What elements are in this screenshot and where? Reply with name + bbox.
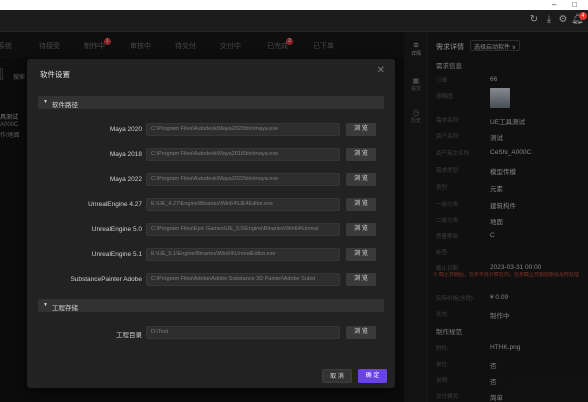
path-input[interactable]: C:\Program Files\Autodesk\Maya2022\bin\m… xyxy=(146,173,340,186)
settings-icon[interactable]: ⚙ xyxy=(557,14,569,26)
dialog-title: 软件设置 xyxy=(40,70,70,79)
project-dir-label: 工程目录 xyxy=(116,332,142,339)
software-label: Maya 2022 xyxy=(109,176,142,183)
path-input[interactable]: C:\Program Files\Autodesk\Maya2018\bin\m… xyxy=(146,148,340,161)
refresh-icon[interactable]: ↻ xyxy=(528,14,540,26)
software-label: Maya 2020 xyxy=(109,126,142,133)
browse-button[interactable]: 浏 览 xyxy=(346,326,376,339)
close-icon[interactable]: ✕ xyxy=(377,65,385,76)
software-label: SubstancePainter Adobe xyxy=(70,276,142,283)
path-input[interactable]: E:\UE_5.1\Engine\Binaries\Win64\UnrealEd… xyxy=(146,248,340,261)
software-label: Maya 2018 xyxy=(109,151,142,158)
confirm-button[interactable]: 确 定 xyxy=(358,369,387,383)
browse-button[interactable]: 浏 览 xyxy=(346,173,376,186)
software-settings-dialog: 软件设置 ✕ ▼ 软件路径 Maya 2020 C:\Program Files… xyxy=(27,59,395,388)
path-input[interactable]: C:\Program Files\Epic Games\UE_5.0\Engin… xyxy=(146,223,340,236)
section-software-paths[interactable]: ▼ 软件路径 xyxy=(38,96,384,109)
browse-button[interactable]: 浏 览 xyxy=(346,123,376,136)
path-input[interactable]: C:\Program Files\Adobe\Adobe Substance 3… xyxy=(146,273,340,286)
browse-button[interactable]: 浏 览 xyxy=(346,273,376,286)
notification-badge: 4 xyxy=(579,12,587,20)
download-icon[interactable]: ⤓ xyxy=(543,14,555,26)
section-project-storage[interactable]: ▼ 工程存储 xyxy=(38,299,384,312)
maximize-button[interactable]: □ xyxy=(572,0,577,10)
browse-button[interactable]: 浏 览 xyxy=(346,223,376,236)
browse-button[interactable]: 浏 览 xyxy=(346,148,376,161)
browse-button[interactable]: 浏 览 xyxy=(346,248,376,261)
section-label: 工程存储 xyxy=(52,305,78,312)
software-label: UnrealEngine 5.0 xyxy=(91,226,142,233)
caret-down-icon: ▼ xyxy=(43,99,48,105)
app-topbar: ↻ ⤓ ⚙ 🔔︎ 4 xyxy=(0,10,588,32)
browse-button[interactable]: 浏 览 xyxy=(346,198,376,211)
cancel-button[interactable]: 取 消 xyxy=(322,369,352,383)
section-label: 软件路径 xyxy=(52,102,78,109)
path-input[interactable]: C:\Program Files\Autodesk\Maya2020\bin\m… xyxy=(146,123,340,136)
minimize-button[interactable]: – xyxy=(552,0,556,10)
software-label: UnrealEngine 4.27 xyxy=(88,201,142,208)
path-input[interactable]: E:\UE_4.27\Engine\Binaries\Win64\UE4Edit… xyxy=(146,198,340,211)
caret-down-icon: ▼ xyxy=(43,302,48,308)
window-titlebar: – □ xyxy=(0,0,588,10)
software-label: UnrealEngine 5.1 xyxy=(91,251,142,258)
project-dir-input[interactable]: D:\Test xyxy=(146,326,340,339)
